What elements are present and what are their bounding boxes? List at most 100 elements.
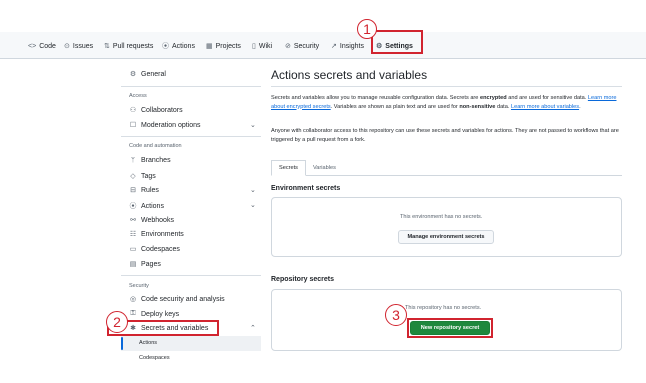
tab-label: Issues: [72, 42, 94, 50]
rules-icon: ⊟: [130, 187, 136, 194]
environment-secrets-heading: Environment secrets: [271, 185, 341, 192]
secrets-variables-tabs: Secrets Variables: [271, 160, 343, 176]
repository-secrets-heading: Repository secrets: [271, 276, 335, 283]
sidebar-item-label: Webhooks: [141, 216, 174, 224]
sidebar-item-label: Tags: [141, 172, 156, 180]
text: and are used for sensitive data.: [506, 95, 588, 101]
sidebar-item-tags[interactable]: ◇ Tags: [129, 172, 156, 181]
tab-label: Insights: [339, 42, 364, 50]
code-icon: <>: [28, 42, 37, 50]
sidebar-heading-code: Code and automation: [129, 143, 182, 149]
text: Secrets and variables allow you to manag…: [271, 95, 480, 101]
sidebar-divider: [121, 136, 261, 137]
codescan-icon: ◎: [129, 296, 137, 303]
sidebar-item-label: Branches: [141, 157, 171, 164]
codespaces-icon: ▭: [129, 246, 137, 253]
sidebar-item-deploy-keys[interactable]: ⚿ Deploy keys: [129, 310, 179, 318]
sidebar-item-moderation[interactable]: ☐ Moderation options: [129, 121, 201, 130]
tab-pull-requests[interactable]: ⇅ Pull requests: [104, 39, 153, 53]
step-1-marker: 1: [357, 19, 377, 39]
sidebar-item-branches[interactable]: ᛘ Branches: [129, 157, 171, 164]
sidebar-item-label: Collaborators: [141, 106, 183, 114]
sidebar-item-environments[interactable]: ☷ Environments: [129, 230, 184, 239]
tab-secrets[interactable]: Secrets: [271, 160, 306, 176]
key-icon: ⚿: [130, 310, 136, 317]
sidebar-item-label: Pages: [141, 260, 161, 268]
chevron-down-icon[interactable]: ⌄: [250, 121, 256, 129]
people-icon: ⚇: [129, 107, 137, 114]
description-paragraph: Secrets and variables allow you to manag…: [271, 94, 623, 111]
tab-security[interactable]: ⊘ Security: [285, 39, 319, 53]
sidebar-item-label: Actions: [141, 202, 164, 210]
browser-icon: ▤: [129, 261, 137, 268]
text: .: [579, 103, 581, 110]
page-title: Actions secrets and variables: [271, 68, 428, 82]
sidebar-item-actions[interactable]: ⦿ Actions: [129, 201, 164, 211]
tab-actions[interactable]: ⦿ Actions: [162, 39, 195, 53]
comment-icon: ☐: [129, 122, 137, 129]
gear-icon: ⚙: [129, 71, 137, 78]
highlight-settings: [371, 30, 423, 54]
sidebar-item-label: Environments: [141, 230, 184, 238]
sidebar-item-label: General: [141, 70, 166, 78]
access-paragraph: Anyone with collaborator access to this …: [271, 128, 619, 143]
environment-secrets-box: [271, 197, 622, 257]
tab-insights[interactable]: ↗ Insights: [331, 39, 364, 53]
tab-code[interactable]: <> Code: [28, 39, 56, 53]
sidebar-item-label: Code security and analysis: [141, 295, 225, 303]
tab-issues[interactable]: ⊙ Issues: [64, 39, 93, 53]
step-3-marker: 3: [385, 304, 407, 326]
sidebar-item-collaborators[interactable]: ⚇ Collaborators: [129, 106, 183, 115]
sidebar-item-label: Rules: [141, 186, 159, 194]
text-bold: non-sensitive: [459, 103, 496, 110]
tab-wiki[interactable]: ▯ Wiki: [252, 39, 272, 53]
chevron-down-icon[interactable]: ⌄: [250, 201, 256, 209]
tab-label: Projects: [215, 42, 241, 50]
tab-label: Pull requests: [112, 42, 154, 50]
tab-projects[interactable]: ▦ Projects: [206, 39, 241, 53]
sidebar-item-webhooks[interactable]: ⚯ Webhooks: [129, 216, 174, 225]
sidebar-divider: [121, 275, 261, 276]
tab-variables[interactable]: Variables: [306, 160, 343, 176]
sidebar-subitem-actions[interactable]: Actions: [139, 340, 157, 346]
server-icon: ☷: [129, 231, 137, 238]
text-bold: encrypted: [479, 95, 507, 101]
tab-label: Wiki: [258, 42, 273, 50]
sidebar-item-pages[interactable]: ▤ Pages: [129, 260, 161, 269]
sidebar-item-code-security[interactable]: ◎ Code security and analysis: [129, 295, 225, 304]
tab-label: Security: [293, 42, 320, 50]
repo-nav: [0, 32, 646, 59]
webhook-icon: ⚯: [130, 217, 136, 224]
sidebar-subitem-codespaces[interactable]: Codespaces: [139, 355, 170, 361]
sidebar-heading-access: Access: [129, 93, 147, 99]
chevron-down-icon[interactable]: ⌄: [250, 186, 256, 194]
wiki-icon: ▯: [252, 43, 256, 50]
actions-icon: ⦿: [129, 203, 137, 210]
pull-request-icon: ⇅: [104, 43, 110, 50]
sidebar-item-label: Moderation options: [141, 121, 201, 129]
tag-icon: ◇: [130, 173, 136, 180]
tab-label: Actions: [172, 42, 195, 50]
step-2-marker: 2: [106, 311, 128, 333]
sidebar-item-label: Codespaces: [141, 245, 180, 253]
active-indicator: [121, 337, 123, 350]
text: . Variables are shown as plain text and …: [330, 103, 460, 110]
sidebar-item-codespaces[interactable]: ▭ Codespaces: [129, 245, 180, 254]
security-icon: ⊘: [285, 43, 291, 50]
chevron-up-icon[interactable]: ⌃: [250, 324, 256, 332]
sidebar-item-general[interactable]: ⚙ General: [129, 70, 166, 79]
learn-more-variables-link[interactable]: Learn more about variables: [511, 104, 579, 110]
sidebar-item-label: Deploy keys: [141, 310, 180, 318]
title-divider: [271, 86, 622, 87]
tab-label: Code: [39, 42, 56, 50]
branch-icon: ᛘ: [130, 157, 136, 164]
sidebar-item-rules[interactable]: ⊟ Rules: [129, 186, 159, 195]
text: data.: [495, 103, 511, 110]
projects-icon: ▦: [206, 43, 213, 50]
manage-environment-secrets-button[interactable]: Manage environment secrets: [398, 230, 494, 244]
repository-empty-text: This repository has no secrets.: [405, 305, 482, 311]
highlight-new-secret: [407, 318, 493, 338]
insights-icon: ↗: [331, 43, 337, 50]
sidebar-divider: [121, 86, 261, 87]
issues-icon: ⊙: [64, 43, 70, 50]
